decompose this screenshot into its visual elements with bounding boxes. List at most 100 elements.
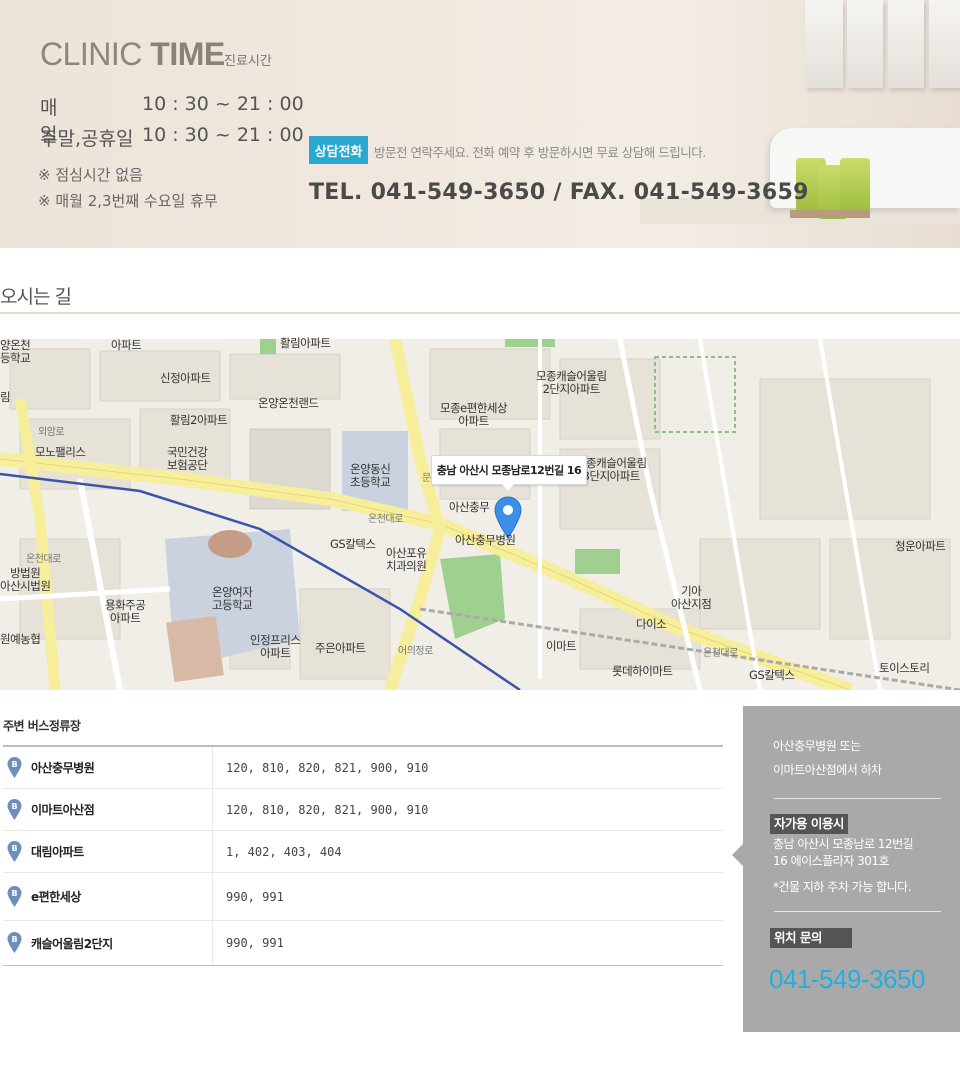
map-road-label: 온천대로 bbox=[368, 514, 403, 525]
map-place-label: 모종e편한세상 아파트 bbox=[440, 401, 508, 428]
section-divider bbox=[0, 312, 960, 314]
bus-routes: 1, 402, 403, 404 bbox=[226, 844, 342, 859]
bus-stop-icon: B bbox=[7, 885, 22, 907]
bus-stop-icon: B bbox=[7, 840, 22, 862]
svg-text:B: B bbox=[11, 935, 17, 944]
inquiry-phone[interactable]: 041-549-3650 bbox=[769, 964, 925, 995]
bus-stop-name: 캐슬어울림2단지 bbox=[31, 936, 113, 951]
consult-badge: 상담전화 bbox=[309, 136, 368, 164]
map-place-label: 림 bbox=[0, 390, 11, 404]
map-place-label: 온양여자 고등학교 bbox=[212, 585, 253, 612]
table-row: B e편한세상 990, 991 bbox=[3, 873, 723, 921]
map-place-label: 온양동신 초등학교 bbox=[350, 462, 391, 489]
clinic-time-subtitle: 진료시간 bbox=[224, 54, 272, 69]
title-bold: TIME bbox=[150, 36, 225, 72]
tel-fax-line: TEL. 041-549-3650 / FAX. 041-549-3659 bbox=[309, 180, 809, 205]
bus-routes: 120, 810, 820, 821, 900, 910 bbox=[226, 760, 429, 775]
map-road-label: 온천대로 bbox=[703, 648, 738, 659]
consult-text: 방문전 연락주세요. 전화 예약 후 방문하시면 무료 상담해 드립니다. bbox=[374, 145, 706, 160]
map-place-label: 용화주공 아파트 bbox=[105, 598, 146, 625]
map-place-label: 원예농협 bbox=[0, 632, 41, 646]
map-place-label: 인정프리스 아파트 bbox=[250, 633, 301, 660]
bus-stops-table: B 아산충무병원 120, 810, 820, 821, 900, 910 B … bbox=[3, 745, 723, 966]
map-place-label: 활림아파트 bbox=[280, 336, 331, 350]
table-row: B 이마트아산점 120, 810, 820, 821, 900, 910 bbox=[3, 789, 723, 831]
map-place-label: 활림2아파트 bbox=[170, 413, 228, 427]
map-place-label: 국민건강 보험공단 bbox=[167, 445, 208, 472]
bus-stop-cell: B 아산충무병원 bbox=[3, 747, 213, 788]
bus-routes: 990, 991 bbox=[226, 936, 284, 950]
svg-text:B: B bbox=[11, 802, 17, 811]
address-line1: 충남 아산시 모종남로 12번길 bbox=[773, 837, 914, 851]
table-row: B 캐슬어울림2단지 990, 991 bbox=[3, 921, 723, 966]
decor-panel bbox=[805, 0, 843, 88]
table-row: B 아산충무병원 120, 810, 820, 821, 900, 910 bbox=[3, 747, 723, 789]
clinic-time-banner: CLINIC TIME 진료시간 매일 10 : 30 ~ 21 : 00 주말… bbox=[0, 0, 960, 248]
map-road-label: 외암로 bbox=[38, 427, 65, 438]
side-panel-arrow bbox=[732, 844, 743, 866]
bus-stop-name: 이마트아산점 bbox=[31, 803, 95, 817]
svg-text:B: B bbox=[11, 844, 17, 853]
decor-tray bbox=[790, 210, 870, 218]
map-place-label: 양온천 등학교 bbox=[0, 338, 31, 365]
hours-value: 10 : 30 ~ 21 : 00 bbox=[142, 124, 304, 146]
bus-stop-cell: B 대림아파트 bbox=[3, 831, 213, 872]
map-place-label: 아파트 bbox=[111, 338, 142, 352]
map-place-label: GS칼텍스 bbox=[330, 537, 376, 551]
decor-panel bbox=[929, 0, 960, 88]
map-place-label: 주은아파트 bbox=[315, 641, 366, 655]
bus-routes: 120, 810, 820, 821, 900, 910 bbox=[226, 802, 429, 817]
bus-stops-title: 주변 버스정류장 bbox=[3, 719, 81, 733]
map-place-label: 아산포유 치과의원 bbox=[386, 546, 427, 573]
location-inquiry-tag: 위치 문의 bbox=[770, 928, 852, 948]
decor-panel bbox=[847, 0, 883, 88]
map-place-label: 롯데하이마트 bbox=[612, 664, 673, 678]
bus-stop-name: 대림아파트 bbox=[31, 845, 84, 859]
bus-stop-icon: B bbox=[7, 756, 22, 778]
side-divider bbox=[774, 911, 941, 912]
svg-text:B: B bbox=[11, 760, 17, 769]
bus-stop-name: e편한세상 bbox=[31, 890, 81, 904]
map-place-label: 아산충무 bbox=[449, 500, 490, 514]
title-light: CLINIC bbox=[40, 36, 142, 72]
hours-label: 주말,공휴일 bbox=[40, 128, 134, 150]
bus-routes: 990, 991 bbox=[226, 889, 284, 904]
map-place-label: 모노팰리스 bbox=[35, 445, 86, 459]
parking-note: *건물 지하 주차 가능 합니다. bbox=[773, 880, 912, 894]
map-place-label: 모종캐슬어울림 2단지아파트 bbox=[536, 369, 607, 396]
decor-cushion bbox=[840, 158, 870, 212]
address-line2: 16 에이스플라자 301호 bbox=[773, 854, 890, 868]
location-map[interactable] bbox=[0, 339, 960, 690]
directions-title: 오시는 길 bbox=[0, 286, 72, 308]
bus-get-off-line2: 이마트아산점에서 하차 bbox=[773, 763, 882, 777]
bus-stop-icon: B bbox=[7, 932, 22, 953]
side-divider bbox=[774, 798, 941, 799]
clinic-time-title: CLINIC TIME bbox=[40, 36, 225, 73]
hours-weekend: 주말,공휴일 10 : 30 ~ 21 : 00 bbox=[40, 124, 304, 151]
map-place-label: GS칼텍스 bbox=[749, 668, 795, 682]
bus-stop-cell: B e편한세상 bbox=[3, 873, 213, 920]
map-place-label: 방법원 아산시법원 bbox=[0, 566, 51, 593]
map-place-label: 토이스토리 bbox=[879, 661, 930, 675]
bus-stop-cell: B 캐슬어울림2단지 bbox=[3, 921, 213, 965]
map-place-label: 다이소 bbox=[636, 617, 667, 631]
table-row: B 대림아파트 1, 402, 403, 404 bbox=[3, 831, 723, 873]
hours-value: 10 : 30 ~ 21 : 00 bbox=[142, 93, 304, 115]
note-closed: ※ 매월 2,3번째 수요일 휴무 bbox=[38, 192, 218, 210]
map-place-label: 이마트 bbox=[546, 639, 577, 653]
map-graphic bbox=[0, 339, 960, 690]
bus-stop-name: 아산충무병원 bbox=[31, 761, 95, 775]
map-place-label: 신정아파트 bbox=[160, 371, 211, 385]
map-place-label: 온양온천랜드 bbox=[258, 396, 319, 410]
map-road-label: 온천대로 bbox=[26, 554, 61, 565]
car-tag: 자가용 이용시 bbox=[770, 814, 848, 834]
note-lunch: ※ 점심시간 없음 bbox=[38, 166, 143, 184]
map-place-label: 아산충무병원 bbox=[455, 533, 516, 547]
map-road-label: 어의정로 bbox=[398, 646, 433, 657]
decor-panel bbox=[888, 0, 924, 88]
bus-stop-cell: B 이마트아산점 bbox=[3, 789, 213, 830]
map-place-label: 기아 아산지점 bbox=[671, 584, 712, 611]
address-callout: 충남 아산시 모종남로12번길 16 bbox=[431, 455, 587, 491]
bus-get-off-line1: 아산충무병원 또는 bbox=[773, 739, 861, 753]
svg-text:B: B bbox=[11, 889, 17, 898]
